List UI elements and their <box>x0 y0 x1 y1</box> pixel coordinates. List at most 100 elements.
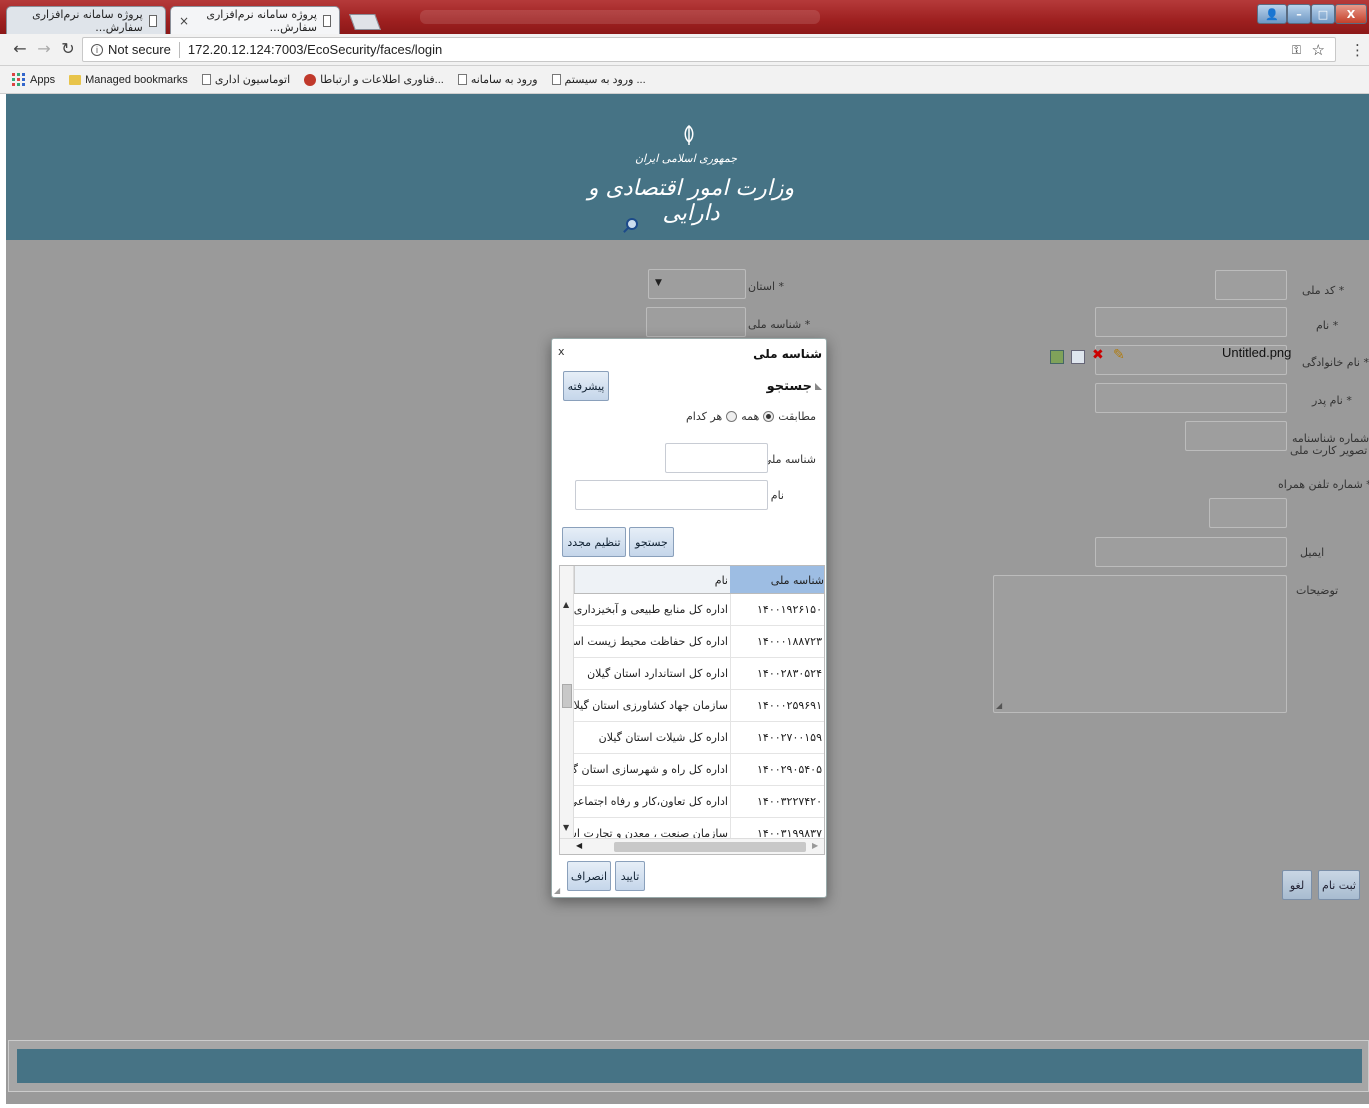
id-number-input[interactable] <box>1185 421 1287 451</box>
column-header-name[interactable]: نام <box>574 566 730 593</box>
cell-name: اداره کل راه و شهرسازی استان گیلان <box>574 763 728 776</box>
dialog-title: شناسه ملی <box>753 347 822 361</box>
upload-icon[interactable] <box>1050 350 1064 364</box>
scroll-down-icon[interactable]: ▼ <box>563 823 569 832</box>
reload-icon[interactable]: ↻ <box>58 39 78 59</box>
dialog-close-button[interactable]: x <box>558 345 565 358</box>
window-title-area <box>420 10 820 24</box>
bookmark-it[interactable]: فناوری اطلاعات و ارتباطا... <box>304 73 444 86</box>
cancel-button[interactable]: لغو <box>1282 870 1312 900</box>
confirm-button[interactable]: تایید <box>615 861 645 891</box>
browser-toolbar: ← → ↻ i Not secure 172.20.12.124:7003/Ec… <box>0 34 1369 66</box>
address-bar[interactable]: i Not secure 172.20.12.124:7003/EcoSecur… <box>82 37 1336 62</box>
table-row[interactable]: ۱۴۰۰۲۸۳۰۵۲۴ اداره کل استاندارد استان گیلا… <box>574 658 824 690</box>
table-row[interactable]: ۱۴۰۰۰۱۸۸۷۲۳اداره کل حفاظت محیط زیست استا… <box>574 626 824 658</box>
close-icon[interactable]: × <box>179 14 189 28</box>
bookmark-login[interactable]: ورود به سیستم ... <box>551 73 646 86</box>
back-arrow-icon[interactable]: ← <box>10 39 30 59</box>
mobile-input[interactable] <box>1209 498 1287 528</box>
bookmark-login-system[interactable]: ورود به سامانه <box>457 73 538 86</box>
banner-subtitle: جمهوری اسلامی ایران <box>634 152 738 165</box>
resize-grip-icon[interactable]: ◢ <box>554 886 560 895</box>
page-icon <box>322 14 331 27</box>
maximize-icon[interactable]: □ <box>1311 4 1335 24</box>
national-code-input[interactable] <box>1215 270 1287 300</box>
scroll-left-icon[interactable]: ◀ <box>576 841 582 850</box>
page-icon <box>551 74 561 85</box>
star-icon[interactable]: ☆ <box>1312 41 1325 59</box>
org-id-search-input[interactable] <box>665 443 768 473</box>
scroll-thumb[interactable] <box>562 684 572 708</box>
cell-org-id: ۱۴۰۰۳۲۲۷۴۲۰ <box>730 786 824 817</box>
red-logo-icon <box>304 73 317 86</box>
table-row[interactable]: ۱۴۰۰۲۷۰۰۱۵۹ اداره کل شیلات استان گیلان <box>574 722 824 754</box>
name-input[interactable] <box>1095 307 1287 337</box>
search-button[interactable]: جستجو <box>629 527 674 557</box>
search-section-header[interactable]: جستجو <box>767 379 822 394</box>
cell-name: سازمان جهاد کشاورزی استان گیلان <box>574 699 728 712</box>
delete-icon[interactable]: ✖ <box>1092 348 1106 362</box>
label-national-code: * کد ملی <box>1302 284 1345 297</box>
cell-name: اداره کل شیلات استان گیلان <box>598 731 728 744</box>
scroll-up-icon[interactable]: ▲ <box>563 600 569 609</box>
cell-org-id: ۱۴۰۰۰۲۵۹۶۹۱ <box>730 690 824 721</box>
cell-name: اداره کل استاندارد استان گیلان <box>587 667 728 680</box>
bookmark-label: ورود به سامانه <box>470 74 538 86</box>
horizontal-scrollbar[interactable]: ◀ ▶ <box>560 838 824 854</box>
label-province: * استان <box>748 280 785 293</box>
kebab-menu-icon[interactable]: ⋮ <box>1350 41 1365 59</box>
url-text[interactable]: 172.20.12.124:7003/EcoSecurity/faces/log… <box>188 42 442 57</box>
reset-button[interactable]: تنظیم مجدد <box>562 527 626 557</box>
radio-all[interactable] <box>763 411 775 422</box>
province-select[interactable]: ▼ <box>648 269 746 299</box>
cell-name: اداره کل حفاظت محیط زیست استان گیلا <box>574 635 728 648</box>
org-id-input[interactable] <box>646 307 746 337</box>
cell-org-id: ۱۴۰۰۲۹۰۵۴۰۵ <box>730 754 824 785</box>
key-icon[interactable]: ⚿ <box>1292 43 1301 58</box>
advanced-button[interactable]: پیشرفته <box>563 371 609 401</box>
email-input[interactable] <box>1095 537 1287 567</box>
submit-button[interactable]: ثبت نام <box>1318 870 1360 900</box>
browser-tab-1[interactable]: پروژه سامانه نرم‌افزاری سفارش... <box>6 6 166 34</box>
header-banner: جمهوری اسلامی ایران وزارت امور اقتصادی و… <box>6 94 1369 240</box>
emblem-icon <box>684 125 694 145</box>
results-table: شناسه ملی نام ۱۴۰۰۱۹۲۶۱۵۰ اداره کل منابع … <box>559 565 825 855</box>
vertical-scrollbar[interactable]: ▲ ▼ <box>560 566 574 838</box>
search-icon[interactable] <box>626 218 638 230</box>
radio-any[interactable] <box>726 411 738 422</box>
label-description: توضیحات <box>1296 584 1339 597</box>
bookmark-managed[interactable]: Managed bookmarks <box>69 74 188 86</box>
table-row[interactable]: ۱۴۰۰۳۲۲۷۴۲۰ اداره کل تعاون،کار و رفاه اجت… <box>574 786 824 818</box>
tab-title: پروژه سامانه نرم‌افزاری سفارش... <box>206 7 317 34</box>
browser-tab-2[interactable]: پروژه سامانه نرم‌افزاری سفارش... × <box>170 6 340 34</box>
cell-org-id: ۱۴۰۰۰۱۸۸۷۲۳ <box>730 626 824 657</box>
description-textarea[interactable]: ◢ <box>993 575 1287 713</box>
security-label: Not secure <box>108 42 171 57</box>
window-close-icon[interactable]: X <box>1335 4 1367 24</box>
bookmark-automation[interactable]: اتوماسیون اداری <box>201 73 290 86</box>
table-row[interactable]: ۱۴۰۰۰۲۵۹۶۹۱ سازمان جهاد کشاورزی استان گیل… <box>574 690 824 722</box>
new-tab-button[interactable] <box>349 14 381 30</box>
info-icon[interactable]: i <box>91 43 103 56</box>
view-icon[interactable] <box>1071 350 1085 364</box>
label-father: * نام پدر <box>1312 394 1352 407</box>
column-header-org-id[interactable]: شناسه ملی <box>730 566 824 593</box>
radio-all-label: همه <box>741 410 760 423</box>
bookmark-apps[interactable]: Apps <box>12 72 55 87</box>
scroll-thumb[interactable] <box>614 842 806 852</box>
minimize-icon[interactable]: – <box>1287 4 1311 24</box>
label-family: * نام خانوادگی <box>1302 356 1369 369</box>
resize-grip-icon[interactable]: ◢ <box>996 701 1002 710</box>
name-search-input[interactable] <box>575 480 768 510</box>
user-icon[interactable]: 👤 <box>1257 4 1287 24</box>
edit-icon[interactable]: ✎ <box>1113 348 1127 362</box>
dialog-cancel-button[interactable]: انصراف <box>567 861 611 891</box>
scroll-right-icon[interactable]: ▶ <box>812 841 818 850</box>
table-row[interactable]: ۱۴۰۰۱۹۲۶۱۵۰ اداره کل منابع طبیعی و آبخیزد… <box>574 594 824 626</box>
bookmark-label: ورود به سیستم ... <box>564 74 646 86</box>
father-name-input[interactable] <box>1095 383 1287 413</box>
bookmark-label: Managed bookmarks <box>85 73 188 86</box>
forward-arrow-icon[interactable]: → <box>34 39 54 59</box>
table-row[interactable]: ۱۴۰۰۲۹۰۵۴۰۵ اداره کل راه و شهرسازی استان … <box>574 754 824 786</box>
cell-name: اداره کل منابع طبیعی و آبخیزداری استان <box>574 603 728 616</box>
